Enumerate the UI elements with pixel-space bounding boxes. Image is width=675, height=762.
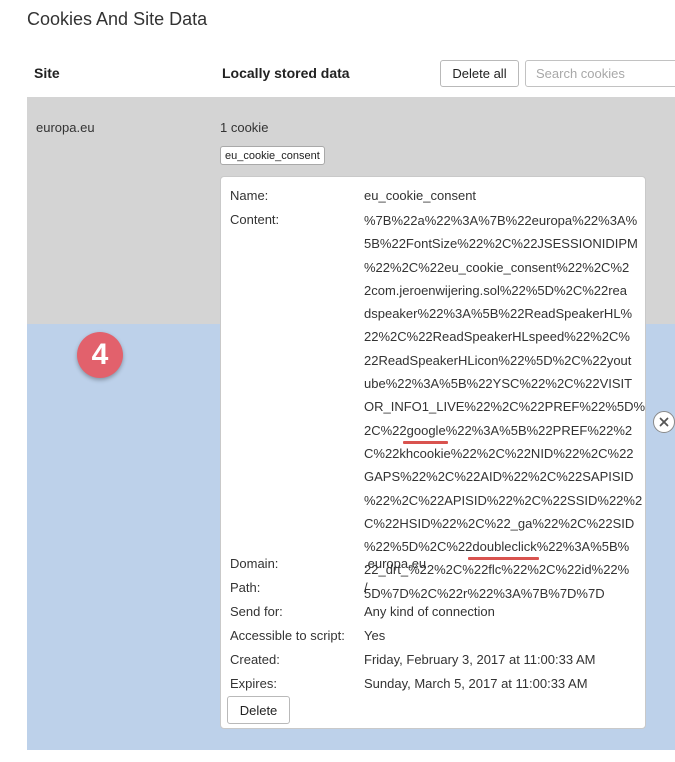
delete-cookie-button[interactable]: Delete <box>227 696 290 724</box>
domain-value: .europa.eu <box>364 556 427 571</box>
created-label: Created: <box>230 652 280 667</box>
close-icon <box>659 417 669 427</box>
column-header-site: Site <box>34 65 60 81</box>
path-label: Path: <box>230 580 261 595</box>
step-number-badge: 4 <box>77 332 123 378</box>
content-value: %7B%22a%22%3A%7B%22europa%22%3A% 5B%22Fo… <box>364 209 646 605</box>
column-header-stored-data: Locally stored data <box>222 65 350 81</box>
content-line: dspeaker%22%3A%5B%22ReadSpeakerHL% <box>364 306 633 322</box>
accessible-label: Accessible to script: <box>230 628 345 643</box>
send-for-label: Send for: <box>230 604 283 619</box>
send-for-value: Any kind of connection <box>364 604 495 619</box>
highlighted-term-doubleclick: doubleclick <box>468 535 540 561</box>
content-text: 2C%22 <box>364 422 407 438</box>
content-text: %22%5D%2C%22 <box>364 539 473 555</box>
accessible-value: Yes <box>364 628 386 643</box>
content-line: C%22khcookie%22%2C%22NID%22%2C%22 <box>364 445 634 461</box>
content-line: C%22HSID%22%2C%22_ga%22%2C%22SID <box>364 515 635 531</box>
content-text: %22%3A%5B% <box>536 539 630 555</box>
content-line: ube%22%3A%5B%22YSC%22%2C%22VISIT <box>364 376 633 392</box>
content-label: Content: <box>230 212 280 227</box>
content-line: %22%2C%22eu_cookie_consent%22%2C%2 <box>364 259 630 275</box>
expires-value: Sunday, March 5, 2017 at 11:00:33 AM <box>364 676 588 691</box>
cookie-chip[interactable]: eu_cookie_consent <box>220 146 325 165</box>
name-value: eu_cookie_consent <box>364 188 477 203</box>
search-input[interactable] <box>525 60 675 87</box>
content-text: %22%3A%5B%22PREF%22%2 <box>445 422 633 438</box>
content-line: %7B%22a%22%3A%7B%22europa%22%3A% <box>364 213 638 228</box>
created-value: Friday, February 3, 2017 at 11:00:33 AM <box>364 652 596 667</box>
delete-all-button[interactable]: Delete all <box>440 60 519 87</box>
name-label: Name: <box>230 188 269 203</box>
path-value: / <box>364 580 368 595</box>
content-line-highlighted: 2C%22google%22%3A%5B%22PREF%22%2 <box>364 419 644 445</box>
content-line: GAPS%22%2C%22AID%22%2C%22SAPISID <box>364 469 634 485</box>
content-line: %22%2C%22APISID%22%2C%22SSID%22%2 <box>364 492 643 508</box>
page-title: Cookies And Site Data <box>27 9 208 29</box>
remove-site-button[interactable] <box>653 411 675 433</box>
domain-label: Domain: <box>230 556 279 571</box>
expires-label: Expires: <box>230 676 277 691</box>
content-line: 22%2C%22ReadSpeakerHLspeed%22%2C% <box>364 329 630 345</box>
cookie-count: 1 cookie <box>220 120 269 135</box>
highlighted-term-google: google <box>402 419 448 445</box>
content-line: 5D%7D%2C%22r%22%3A%7B%7D%7D <box>364 585 605 601</box>
content-line-highlighted: %22%5D%2C%22doubleclick%22%3A%5B% <box>364 535 644 561</box>
cookie-details-panel: Name: eu_cookie_consent Content: %7B%22a… <box>220 176 646 729</box>
site-name: europa.eu <box>36 120 95 135</box>
content-line: OR_INFO1_LIVE%22%2C%22PREF%22%5D% <box>364 399 646 415</box>
content-line: 22ReadSpeakerHLicon%22%5D%2C%22yout <box>364 352 632 368</box>
content-line: 5B%22FontSize%22%2C%22JSESSIONIDIPM <box>364 236 638 252</box>
content-line: 2com.jeroenwijering.sol%22%5D%2C%22rea <box>364 282 628 298</box>
